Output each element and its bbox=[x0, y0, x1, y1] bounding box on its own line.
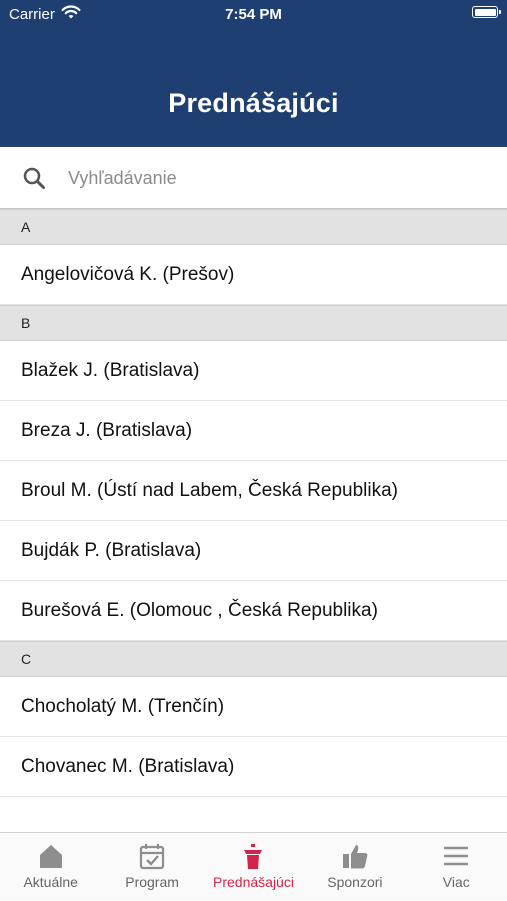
tab-label: Sponzori bbox=[327, 874, 383, 890]
list-item[interactable]: Chovanec M. (Bratislava) bbox=[0, 737, 507, 797]
tab-label: Aktuálne bbox=[23, 874, 78, 890]
tab-label: Prednášajúci bbox=[213, 874, 294, 890]
tab-calendar[interactable]: Program bbox=[101, 833, 202, 901]
search-icon bbox=[23, 167, 45, 189]
tab-menu[interactable]: Viac bbox=[406, 833, 507, 901]
navigation-header: Carrier 7:54 PM Prednášajúci bbox=[0, 0, 507, 147]
section-header: C bbox=[0, 641, 507, 677]
tab-thumbs-up[interactable]: Sponzori bbox=[304, 833, 405, 901]
search-input[interactable] bbox=[60, 159, 496, 197]
tab-label: Program bbox=[125, 874, 179, 890]
tab-bar: Aktuálne Program Prednášajúci Sponzori Viac bbox=[0, 832, 507, 900]
battery-icon bbox=[472, 6, 501, 18]
search-bar bbox=[0, 147, 507, 209]
list-item[interactable]: Breza J. (Bratislava) bbox=[0, 401, 507, 461]
calendar-icon bbox=[139, 844, 165, 870]
home-icon bbox=[39, 845, 62, 868]
list-item[interactable]: Chocholatý M. (Trenčín) bbox=[0, 677, 507, 737]
section-header: A bbox=[0, 209, 507, 245]
speaker-list[interactable]: A Angelovičová K. (Prešov) B Blažek J. (Bra… bbox=[0, 209, 507, 832]
section-header: B bbox=[0, 305, 507, 341]
list-item[interactable]: Broul M. (Ústí nad Labem, Česká Republik… bbox=[0, 461, 507, 521]
clock: 7:54 PM bbox=[225, 6, 282, 23]
tab-podium[interactable]: Prednášajúci bbox=[203, 833, 304, 901]
tab-label: Viac bbox=[442, 874, 470, 890]
page-title: Prednášajúci bbox=[168, 88, 339, 118]
tab-home[interactable]: Aktuálne bbox=[0, 833, 101, 901]
thumbs-up-icon bbox=[342, 845, 368, 869]
list-item[interactable]: Bujdák P. (Bratislava) bbox=[0, 521, 507, 581]
menu-icon bbox=[444, 846, 469, 866]
list-item[interactable]: Blažek J. (Bratislava) bbox=[0, 341, 507, 401]
status-bar: Carrier 7:54 PM bbox=[0, 0, 507, 28]
list-item[interactable]: Burešová E. (Olomouc , Česká Republika) bbox=[0, 581, 507, 641]
list-item[interactable]: Angelovičová K. (Prešov) bbox=[0, 245, 507, 305]
podium-icon bbox=[244, 844, 263, 869]
